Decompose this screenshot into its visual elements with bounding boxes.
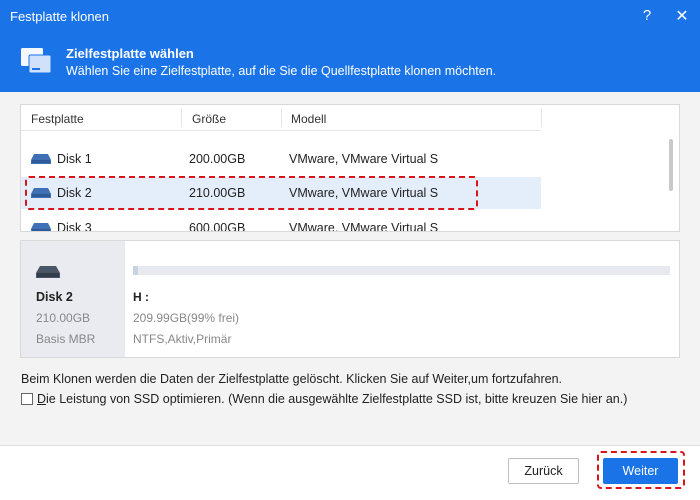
- disk-model: VMware, VMware Virtual S: [289, 221, 439, 232]
- table-row[interactable]: Disk 1 200.00GB VMware, VMware Virtual S: [21, 143, 541, 175]
- dialog-footer: [0, 445, 700, 500]
- scrollbar-thumb[interactable]: [669, 139, 673, 191]
- disk-stack-icon: [21, 48, 52, 74]
- header-banner: Zielfestplatte wählen Wählen Sie eine Zi…: [0, 34, 700, 92]
- next-highlight-annotation: [597, 451, 685, 489]
- title-bar: Festplatte klonen ? ✕: [0, 0, 700, 34]
- help-icon[interactable]: ?: [640, 7, 654, 24]
- close-icon[interactable]: ✕: [674, 6, 690, 26]
- disk-size: 600.00GB: [189, 221, 246, 232]
- window-title: Festplatte klonen: [10, 9, 110, 24]
- partition-label: H :: [133, 290, 149, 304]
- disk-model: VMware, VMware Virtual S: [289, 152, 439, 166]
- partition-usage-fill: [133, 266, 139, 275]
- disk-table: Festplatte Größe Modell Disk 1 200.00GB …: [20, 104, 680, 232]
- disk-size: 200.00GB: [189, 152, 246, 166]
- header-subtitle: Wählen Sie eine Zielfestplatte, auf die …: [66, 64, 497, 78]
- warning-notice: Beim Klonen werden die Daten der Zielfes…: [21, 372, 563, 386]
- disk-name: Disk 3: [57, 221, 92, 232]
- table-row[interactable]: Disk 3 600.00GB VMware, VMware Virtual S: [21, 212, 541, 232]
- disk-name: Disk 1: [57, 152, 92, 166]
- partition-free-space: 209.99GB(99% frei): [133, 311, 240, 325]
- column-header-size[interactable]: Größe: [192, 112, 226, 126]
- partition-usage-bar[interactable]: [133, 266, 670, 275]
- disk-name: Disk 2: [36, 290, 73, 304]
- vertical-scrollbar[interactable]: [665, 131, 679, 231]
- ssd-optimize-label-text: ie Leistung von SSD optimieren. (Wenn di…: [46, 392, 628, 406]
- disk-size: 210.00GB: [36, 311, 91, 325]
- partition-filesystem: NTFS,Aktiv,Primär: [133, 332, 232, 346]
- table-header: Festplatte Größe Modell: [21, 105, 542, 131]
- disk-icon: [36, 266, 60, 278]
- selection-highlight-annotation: [25, 176, 478, 210]
- disk-type: Basis MBR: [36, 332, 96, 346]
- column-header-disk[interactable]: Festplatte: [31, 112, 84, 126]
- column-divider: [281, 109, 282, 127]
- disk-icon: [31, 223, 51, 231]
- column-divider: [541, 109, 542, 127]
- ssd-optimize-checkbox[interactable]: [21, 393, 33, 405]
- mnemonic-letter: D: [37, 392, 47, 406]
- column-header-model[interactable]: Modell: [291, 112, 326, 126]
- header-title: Zielfestplatte wählen: [66, 46, 194, 61]
- disk-icon: [31, 154, 51, 164]
- disk-summary: Disk 2 210.00GB Basis MBR: [21, 241, 125, 357]
- column-divider: [181, 109, 182, 127]
- disk-detail-panel: Disk 2 210.00GB Basis MBR H : 209.99GB(9…: [20, 240, 680, 358]
- back-button[interactable]: Zurück: [508, 458, 579, 484]
- ssd-optimize-label[interactable]: Die Leistung von SSD optimieren. (Wenn d…: [37, 392, 627, 406]
